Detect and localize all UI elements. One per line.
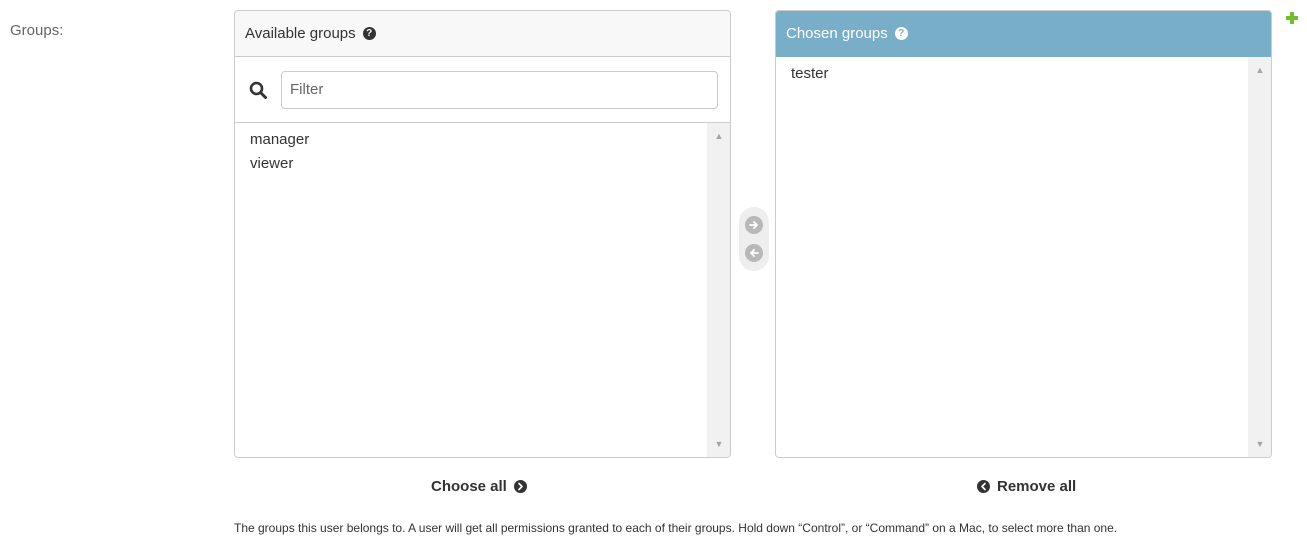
- chosen-groups-box: Chosen groups ? tester ▲ ▼: [775, 10, 1272, 458]
- arrow-right-circle-icon: [513, 480, 527, 493]
- choose-all-label: Choose all: [431, 478, 507, 495]
- scroll-down-arrow-icon[interactable]: ▼: [1249, 435, 1271, 453]
- choose-selected-button[interactable]: [745, 216, 763, 234]
- remove-all-link[interactable]: Remove all: [977, 478, 1076, 495]
- scroll-up-arrow-icon[interactable]: ▲: [1249, 61, 1271, 79]
- selector-chooser: [739, 207, 769, 271]
- groups-field-label: Groups:: [10, 22, 64, 39]
- list-item[interactable]: viewer: [250, 152, 693, 176]
- chosen-groups-select[interactable]: tester ▲ ▼: [776, 57, 1271, 457]
- available-groups-title: Available groups: [245, 25, 356, 42]
- chosen-groups-list[interactable]: tester: [776, 57, 1249, 457]
- remove-selected-button[interactable]: [745, 244, 763, 262]
- arrow-right-circle-icon: [749, 221, 758, 229]
- filter-input[interactable]: [281, 70, 718, 109]
- chosen-groups-header: Chosen groups ?: [776, 11, 1271, 57]
- list-item[interactable]: manager: [250, 128, 693, 152]
- search-icon: [247, 79, 269, 101]
- chosen-groups-title: Chosen groups: [786, 25, 888, 42]
- groups-field-row: Groups: Available groups ? managerviewer…: [0, 0, 1307, 543]
- filter-row: [235, 57, 730, 123]
- available-scrollbar[interactable]: ▲ ▼: [707, 123, 730, 457]
- list-item[interactable]: tester: [791, 62, 1234, 86]
- scroll-down-arrow-icon[interactable]: ▼: [708, 435, 730, 453]
- groups-help-text: The groups this user belongs to. A user …: [234, 521, 1118, 535]
- question-circle-icon[interactable]: ?: [362, 27, 376, 40]
- available-groups-list[interactable]: manager viewer: [235, 123, 708, 457]
- choose-all-link[interactable]: Choose all: [431, 478, 527, 495]
- arrow-left-circle-icon: [977, 480, 990, 493]
- available-groups-box: Available groups ? managerviewer ▲ ▼: [234, 10, 731, 458]
- scroll-up-arrow-icon[interactable]: ▲: [708, 127, 730, 145]
- remove-all-label: Remove all: [997, 478, 1077, 495]
- plus-icon: [1286, 12, 1298, 24]
- arrow-left-circle-icon: [750, 249, 759, 257]
- chosen-scrollbar[interactable]: ▲ ▼: [1248, 57, 1271, 457]
- question-circle-icon[interactable]: ?: [894, 27, 908, 40]
- add-related-group-button[interactable]: [1284, 10, 1300, 26]
- available-groups-header: Available groups ?: [235, 11, 730, 57]
- available-groups-select[interactable]: manager viewer ▲ ▼: [235, 123, 730, 457]
